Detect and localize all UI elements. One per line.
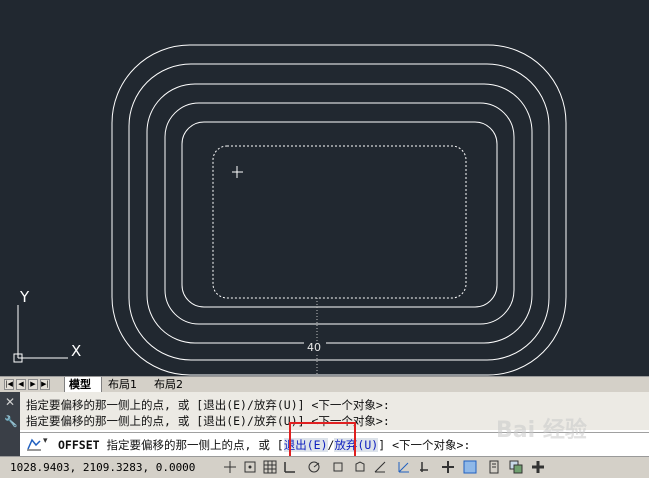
- chevron-down-icon[interactable]: ▾: [43, 436, 48, 446]
- object-snap-tracking-icon[interactable]: [372, 459, 388, 475]
- status-bar: 1028.9403, 2109.3283, 0.0000: [0, 456, 649, 478]
- option-exit[interactable]: 退出(E): [283, 438, 328, 452]
- command-name: OFFSET: [58, 438, 100, 452]
- object-snap-icon[interactable]: [330, 459, 346, 475]
- ortho-mode-icon[interactable]: [282, 459, 298, 475]
- close-icon[interactable]: ✕: [4, 396, 16, 408]
- drawing-svg[interactable]: [0, 0, 649, 376]
- bracket-open: [: [276, 438, 284, 452]
- offset-outline-2[interactable]: [128, 63, 550, 361]
- layout-tab-bar: |◀ ◀ ▶ ▶| 模型 布局1 布局2: [0, 376, 649, 393]
- polar-tracking-icon[interactable]: [306, 459, 322, 475]
- annotation-monitor-icon[interactable]: [530, 459, 546, 475]
- tab-layout2[interactable]: 布局2: [150, 377, 194, 392]
- option-undo[interactable]: 放弃(U): [334, 438, 379, 452]
- command-line-grip[interactable]: ✕ 🔧: [0, 392, 20, 456]
- tab-nav-prev-button[interactable]: ◀: [16, 379, 26, 390]
- snap-mode-icon[interactable]: [242, 459, 258, 475]
- tab-nav-first-button[interactable]: |◀: [4, 379, 14, 390]
- 3d-object-snap-icon[interactable]: [352, 459, 368, 475]
- bracket-close: ]: [378, 438, 386, 452]
- command-prompt-text: OFFSET 指定要偏移的那一侧上的点, 或 [退出(E)/放弃(U)] <下一…: [58, 437, 470, 453]
- tab-nav-last-button[interactable]: ▶|: [40, 379, 50, 390]
- history-line: 指定要偏移的那一侧上的点, 或 [退出(E)/放弃(U)] <下一个对象>:: [26, 414, 390, 428]
- tab-layout1[interactable]: 布局1: [104, 377, 148, 392]
- dynamic-input-icon[interactable]: [418, 459, 434, 475]
- ucs-icon: [13, 305, 68, 363]
- ucs-x-label: X: [71, 342, 82, 360]
- selection-cycling-icon[interactable]: [508, 459, 524, 475]
- offset-outline-4[interactable]: [164, 102, 515, 325]
- transparency-icon[interactable]: [462, 459, 478, 475]
- command-default: <下一个对象>:: [392, 438, 471, 452]
- offset-outline-3[interactable]: [146, 83, 533, 344]
- dynamic-ucs-icon[interactable]: [396, 459, 412, 475]
- tab-model[interactable]: 模型: [64, 377, 102, 392]
- coordinates-readout: 1028.9403, 2109.3283, 0.0000: [10, 461, 196, 474]
- command-prompt: 指定要偏移的那一侧上的点, 或: [106, 438, 270, 452]
- infer-constraints-icon[interactable]: [222, 459, 238, 475]
- quick-properties-icon[interactable]: [486, 459, 502, 475]
- dimension-label: 40: [307, 341, 321, 354]
- watermark: Bai 经验: [496, 418, 587, 443]
- history-line: 指定要偏移的那一侧上的点, 或 [退出(E)/放弃(U)] <下一个对象>:: [26, 398, 390, 412]
- tab-nav-next-button[interactable]: ▶: [28, 379, 38, 390]
- drawing-canvas[interactable]: 40 Y X: [0, 0, 649, 376]
- selected-object-dashed[interactable]: [212, 145, 467, 299]
- grid-display-icon[interactable]: [262, 459, 278, 475]
- wrench-icon[interactable]: 🔧: [4, 416, 18, 428]
- lineweight-icon[interactable]: [440, 459, 456, 475]
- ucs-y-label: Y: [20, 288, 30, 306]
- offset-outline-5[interactable]: [181, 121, 498, 308]
- command-prompt-icon[interactable]: [26, 437, 42, 452]
- offset-outline-1[interactable]: [111, 44, 567, 376]
